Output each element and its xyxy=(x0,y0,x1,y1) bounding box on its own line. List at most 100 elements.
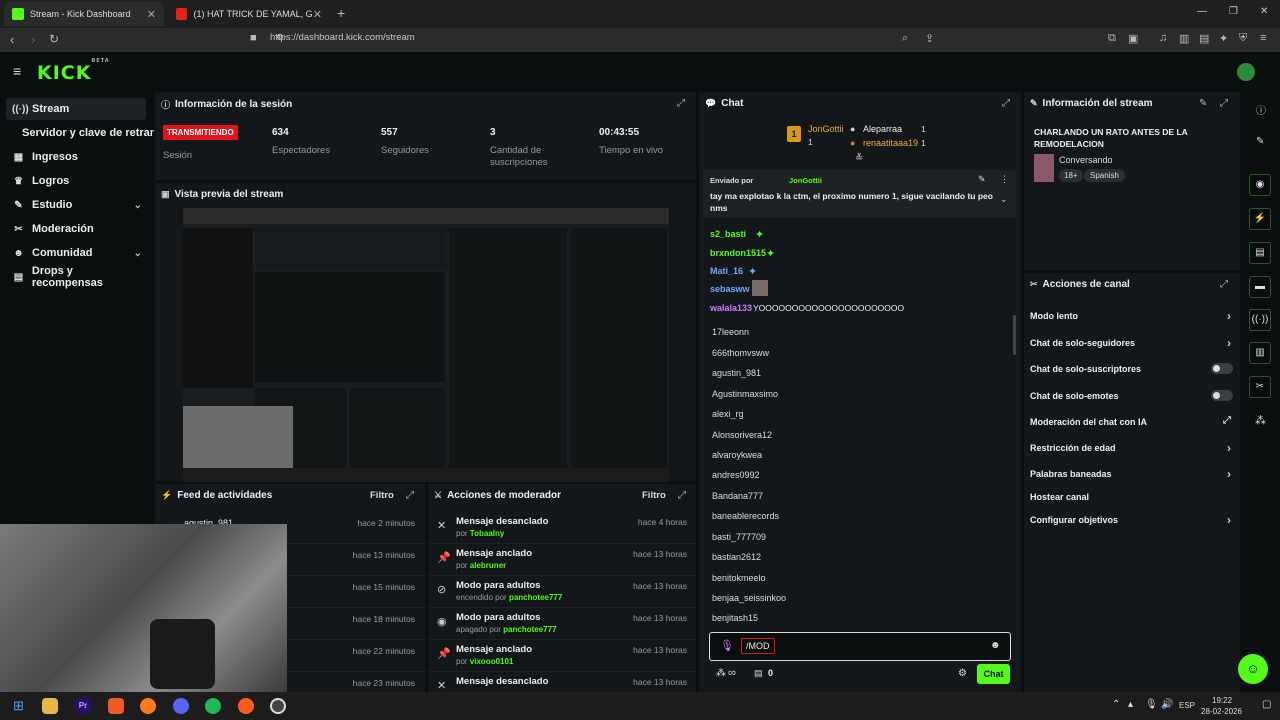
sidebar-item-server-key[interactable]: Servidor y clave de retransmisión xyxy=(16,122,154,144)
emotes-only-toggle[interactable] xyxy=(1211,390,1233,401)
clock-time[interactable]: 19:22 xyxy=(1212,696,1232,705)
tab-youtube[interactable]: (1) HAT TRICK DE YAMAL, GOLEADA ✕ xyxy=(168,2,330,26)
user-list-item[interactable]: alexi_rg xyxy=(712,409,744,419)
subs-only-toggle[interactable] xyxy=(1211,363,1233,374)
expand-icon[interactable]: ⤢ xyxy=(406,490,414,501)
send-chat-button[interactable]: Chat xyxy=(977,664,1010,684)
ai-moderation-row[interactable]: Moderación del chat con IA ⤢ xyxy=(1030,415,1235,427)
filter-icon[interactable]: ≚ xyxy=(855,153,863,164)
sidebar-item-comunidad[interactable]: ☻ Comunidad ⌄ xyxy=(6,242,146,264)
chat-input[interactable]: /MOD xyxy=(741,638,775,654)
chat-username[interactable]: Mati_16 xyxy=(710,266,743,276)
avatar[interactable] xyxy=(1237,63,1255,81)
gifter-name[interactable]: Aleparraa xyxy=(863,124,902,134)
mod-filter-button[interactable]: Filtro xyxy=(642,490,666,501)
discord-icon[interactable] xyxy=(173,698,189,714)
goals-row[interactable]: Configurar objetivos › xyxy=(1030,513,1235,527)
user-list-item[interactable]: baneablerecords xyxy=(712,511,779,521)
file-explorer-icon[interactable] xyxy=(42,698,58,714)
forward-icon[interactable]: › xyxy=(31,32,35,47)
language-indicator[interactable]: ESP xyxy=(1179,701,1195,710)
expand-icon[interactable]: ⤢ xyxy=(677,98,685,109)
pinned-user[interactable]: JonGottii xyxy=(789,176,822,185)
expand-icon[interactable]: ⤢ xyxy=(1002,98,1010,109)
age-restriction-row[interactable]: Restricción de edad › xyxy=(1030,441,1235,455)
more-options-icon[interactable]: ⋮ xyxy=(1000,174,1009,185)
document-icon[interactable]: ▤ xyxy=(1249,242,1271,264)
zoom-icon[interactable]: ⌕ xyxy=(902,32,908,45)
spotify-icon[interactable] xyxy=(205,698,221,714)
tray-chevron-icon[interactable]: ⌃ xyxy=(1112,699,1120,710)
expand-icon[interactable]: ⤢ xyxy=(1220,98,1228,109)
bolt-icon[interactable]: ⚡ xyxy=(1249,208,1271,230)
followers-only-row[interactable]: Chat de solo-seguidores › xyxy=(1030,336,1235,350)
windows-start-icon[interactable]: ⊞ xyxy=(13,698,24,714)
wrench-icon[interactable]: ✂ xyxy=(1249,376,1271,398)
user-list-item[interactable]: benjitash15 xyxy=(712,613,758,623)
user-list-item[interactable]: Agustinmaxsimo xyxy=(712,389,778,399)
share-icon[interactable]: ⇪ xyxy=(925,32,934,45)
user-list-item[interactable]: Alonsorivera12 xyxy=(712,430,772,440)
chest-icon[interactable]: ▤ xyxy=(754,668,763,679)
menu-icon[interactable]: ≡ xyxy=(1260,32,1266,44)
firefox-icon[interactable] xyxy=(140,698,156,714)
media-icon[interactable]: ♫ xyxy=(1159,32,1167,44)
chat-bubble-icon[interactable]: ▬ xyxy=(1249,276,1271,298)
maximize-button[interactable]: ❐ xyxy=(1229,6,1238,17)
sidebar-item-stream[interactable]: ((·)) Stream xyxy=(6,98,146,120)
expand-icon[interactable]: ⤢ xyxy=(1220,279,1228,290)
user-list-item[interactable]: andres0992 xyxy=(712,470,760,480)
screenshot-icon[interactable]: ▣ xyxy=(1128,32,1138,45)
slow-mode-row[interactable]: Modo lento › xyxy=(1030,309,1235,323)
sidebar-item-drops[interactable]: ▤ Drops y recompensas xyxy=(6,265,146,289)
edit-icon[interactable]: ✎ xyxy=(1199,98,1207,109)
chat-username[interactable]: brxndon1515 xyxy=(710,248,766,258)
sidebar-item-moderacion[interactable]: ✂ Moderación xyxy=(6,218,146,240)
scrollbar[interactable] xyxy=(1013,315,1016,355)
clock-date[interactable]: 28-02-2026 xyxy=(1201,707,1242,716)
tab-kick-dashboard[interactable]: Stream - Kick Dashboard ✕ xyxy=(4,2,164,26)
sidebar-toggle-icon[interactable]: ▥ xyxy=(1179,32,1189,45)
volume-icon[interactable]: 🔊 xyxy=(1161,699,1173,710)
gifter-name[interactable]: renaatitaaa19 xyxy=(863,138,918,148)
chat-username[interactable]: walala133 xyxy=(710,303,752,313)
sidebar-item-estudio[interactable]: ✎ Estudio ⌄ xyxy=(6,194,146,216)
category-name[interactable]: Conversando xyxy=(1059,155,1113,165)
user-list-item[interactable]: 17leeonn xyxy=(712,327,749,337)
vpn-icon[interactable]: ⛨ xyxy=(1239,32,1247,45)
expand-icon[interactable]: ⤢ xyxy=(678,490,686,501)
camera-icon[interactable]: ◉ xyxy=(1249,174,1271,196)
close-tab-icon[interactable]: ✕ xyxy=(147,8,156,21)
layout-icon[interactable]: ▥ xyxy=(1249,342,1271,364)
close-tab-icon[interactable]: ✕ xyxy=(313,8,322,21)
gifter-name[interactable]: JonGottii xyxy=(808,124,844,134)
back-icon[interactable]: ‹ xyxy=(10,32,14,47)
edit-icon[interactable]: ✎ xyxy=(1256,136,1264,147)
info-icon[interactable]: ⓘ xyxy=(1256,102,1266,117)
brave-icon[interactable] xyxy=(108,698,124,714)
microphone-icon[interactable]: 🎙 xyxy=(720,639,734,652)
premiere-icon[interactable]: Pr xyxy=(75,698,91,714)
chevron-down-icon[interactable]: ⌄ xyxy=(1000,194,1008,205)
leo-ai-icon[interactable]: ✦ xyxy=(1219,32,1228,45)
user-list-item[interactable]: bastian2612 xyxy=(712,552,761,562)
wifi-icon[interactable]: ▴ xyxy=(1128,699,1133,710)
reload-icon[interactable]: ↻ xyxy=(49,32,59,46)
close-window-button[interactable]: ✕ xyxy=(1260,6,1268,17)
host-channel-row[interactable]: Hostear canal xyxy=(1030,492,1235,502)
emoji-icon[interactable]: ☻ xyxy=(990,640,1001,651)
extensions-icon[interactable]: ⧉ xyxy=(1108,32,1116,45)
obs-icon[interactable] xyxy=(270,698,286,714)
sidebar-item-logros[interactable]: ♛ Logros xyxy=(6,170,146,192)
firefox-dev-icon[interactable] xyxy=(238,698,254,714)
notification-icon[interactable]: ▢ xyxy=(1262,699,1271,710)
chat-username[interactable]: sebasww xyxy=(710,284,750,294)
minimize-button[interactable]: — xyxy=(1197,6,1207,17)
kick-logo[interactable]: KICKBETA xyxy=(37,58,110,84)
hamburger-menu-icon[interactable]: ≡ xyxy=(13,63,21,79)
user-list-item[interactable]: Bandana777 xyxy=(712,491,763,501)
user-list-item[interactable]: basti_777709 xyxy=(712,532,766,542)
sidebar-item-ingresos[interactable]: ▦ Ingresos xyxy=(6,146,146,168)
apps-icon[interactable]: ⁂ xyxy=(1255,414,1266,427)
user-list-item[interactable]: alvaroykwea xyxy=(712,450,762,460)
